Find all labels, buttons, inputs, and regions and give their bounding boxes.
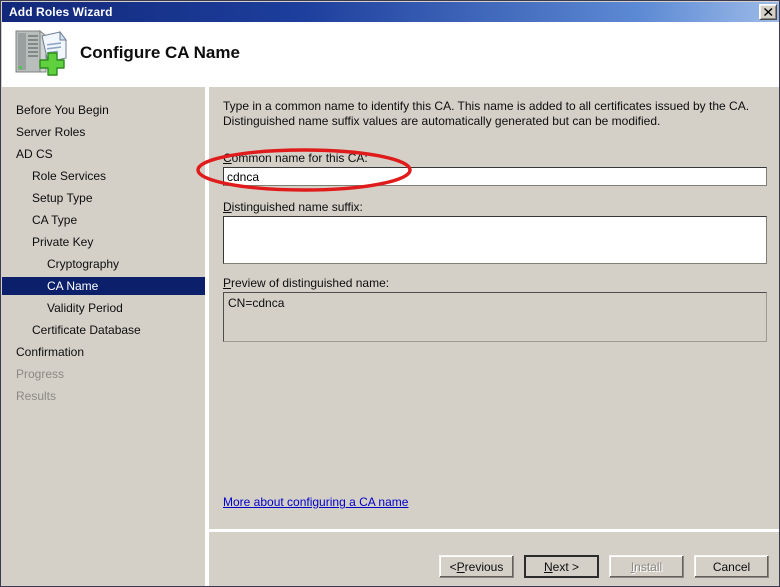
sidebar-item-private-key[interactable]: Private Key: [2, 233, 205, 251]
button-row: < Previous Next > Install Cancel: [439, 555, 769, 578]
dialog-footer: < Previous Next > Install Cancel: [209, 532, 779, 586]
install-rest: nstall: [634, 559, 663, 574]
title-bar[interactable]: Add Roles Wizard: [2, 2, 779, 22]
sidebar-item-role-services[interactable]: Role Services: [2, 167, 205, 185]
sidebar-item-confirmation[interactable]: Confirmation: [2, 343, 205, 361]
sidebar-item-results: Results: [16, 389, 57, 403]
common-name-accel: C: [223, 151, 232, 165]
preview-value: CN=cdnca: [228, 296, 285, 310]
sidebar-item-progress: Progress: [16, 367, 65, 381]
cancel-button[interactable]: Cancel: [694, 555, 769, 578]
next-rest: ext >: [552, 559, 580, 574]
server-with-certificate-add-icon: [15, 29, 67, 76]
wizard-step-navigation: Before You Begin Server Roles AD CS Role…: [2, 87, 205, 586]
next-accel: N: [543, 559, 553, 574]
sidebar-item-ca-type[interactable]: CA Type: [2, 211, 205, 229]
page-header: Configure CA Name: [2, 22, 779, 84]
intro-text: Type in a common name to identify this C…: [223, 99, 763, 129]
sidebar-item-cryptography[interactable]: Cryptography: [2, 255, 205, 273]
previous-prefix: <: [449, 559, 457, 574]
install-button: Install: [609, 555, 684, 578]
distinguished-name-preview: CN=cdnca: [223, 292, 767, 342]
distinguished-name-suffix-input[interactable]: [223, 216, 767, 264]
content-pane: Type in a common name to identify this C…: [209, 87, 779, 529]
previous-button[interactable]: < Previous: [439, 555, 514, 578]
common-name-label-rest: ommon name for this CA:: [231, 151, 368, 165]
common-name-input[interactable]: [223, 167, 767, 186]
intro-line-2: Distinguished name suffix values are aut…: [223, 114, 661, 128]
preview-label: Preview of distinguished name:: [223, 276, 767, 290]
sidebar-item-certificate-database[interactable]: Certificate Database: [2, 321, 205, 339]
sidebar-item-setup-type[interactable]: Setup Type: [2, 189, 205, 207]
preview-label-rest: review of distinguished name:: [231, 276, 390, 290]
add-roles-wizard-window: Add Roles Wizard Configure CA Name Befor…: [0, 0, 780, 587]
close-button[interactable]: [759, 4, 777, 20]
page-title: Configure CA Name: [80, 43, 240, 62]
sidebar-item-ad-cs[interactable]: AD CS: [2, 145, 205, 163]
sidebar-item-validity-period[interactable]: Validity Period: [2, 299, 205, 317]
previous-rest: revious: [464, 559, 504, 574]
sidebar-item-server-roles[interactable]: Server Roles: [2, 123, 205, 141]
preview-accel: P: [223, 276, 232, 290]
dn-suffix-label-rest: istinguished name suffix:: [231, 200, 363, 214]
cancel-label: Cancel: [712, 559, 751, 574]
dn-suffix-label: Distinguished name suffix:: [223, 200, 767, 214]
common-name-label: Common name for this CA:: [223, 151, 767, 165]
dialog-body: Before You Begin Server Roles AD CS Role…: [2, 87, 779, 586]
sidebar-item-before-you-begin[interactable]: Before You Begin: [2, 101, 205, 119]
next-button[interactable]: Next >: [524, 555, 599, 578]
intro-line-1: Type in a common name to identify this C…: [223, 99, 750, 113]
more-about-ca-name-link[interactable]: More about configuring a CA name: [223, 495, 408, 509]
dn-suffix-accel: D: [223, 200, 232, 214]
previous-accel: P: [456, 559, 465, 574]
window-title: Add Roles Wizard: [9, 5, 113, 19]
close-x-icon: [763, 8, 772, 16]
sidebar-item-ca-name[interactable]: CA Name: [2, 277, 205, 295]
